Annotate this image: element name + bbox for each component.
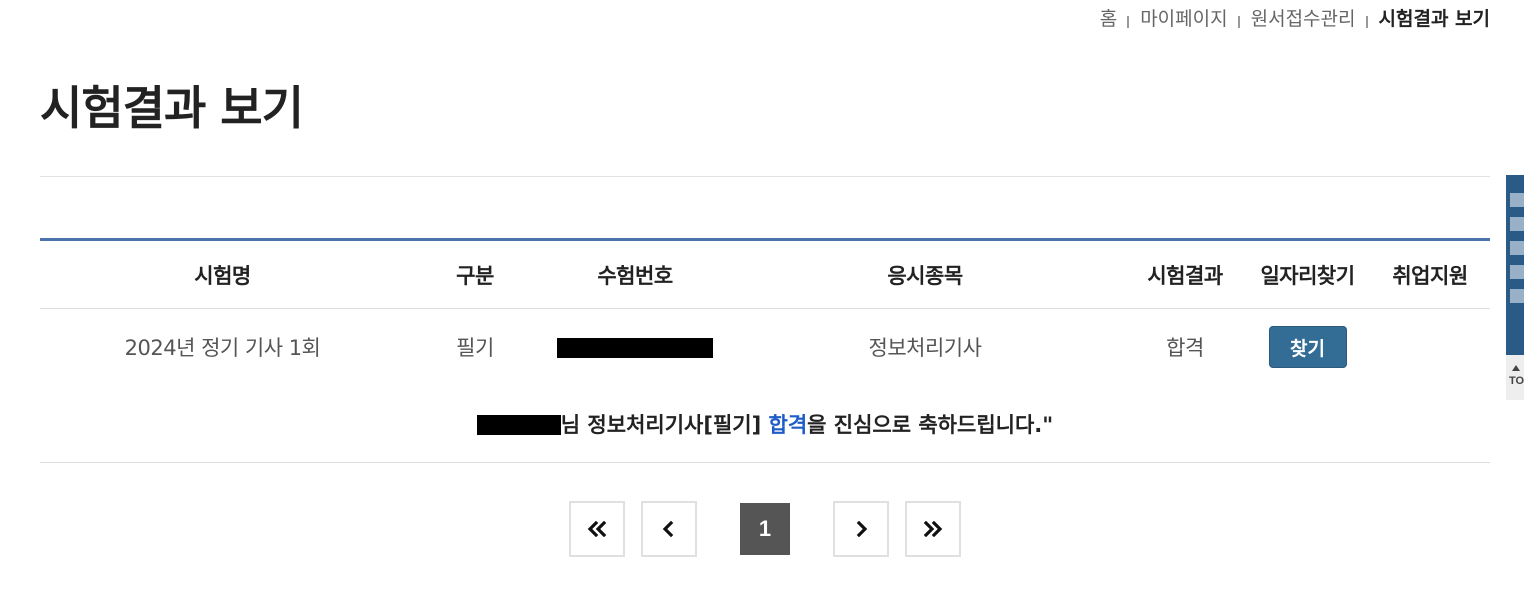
banner-glyph <box>1510 241 1524 255</box>
header-job-search: 일자리찾기 <box>1260 263 1355 288</box>
table-row: 2024년 정기 기사 1회 필기 정보처리기사 합격 찾기 <box>40 309 1490 385</box>
chevron-left-icon <box>662 521 674 537</box>
exam-name-cell: 2024년 정기 기사 1회 <box>124 336 321 360</box>
banner-glyph <box>1510 289 1524 303</box>
breadcrumb: 홈 마이페이지 원서접수관리 시험결과 보기 <box>1100 4 1490 31</box>
exam-number-cell <box>545 309 725 385</box>
scroll-to-top-button[interactable]: TO <box>1506 355 1524 400</box>
breadcrumb-home[interactable]: 홈 <box>1100 4 1117 31</box>
side-banner[interactable] <box>1506 175 1524 355</box>
congrats-text-before: 님 정보처리기사[필기] <box>560 413 769 437</box>
current-page[interactable]: 1 <box>740 503 790 555</box>
page-title: 시험결과 보기 <box>40 81 304 135</box>
find-job-button[interactable]: 찾기 <box>1268 326 1347 368</box>
exam-type-cell: 필기 <box>456 336 494 360</box>
table-header-row: 시험명 구분 수험번호 응시종목 시험결과 일자리찾기 취업지원 <box>40 241 1490 309</box>
employment-support-cell <box>1370 309 1490 385</box>
redacted-exam-number <box>557 338 713 358</box>
result-cell: 합격 <box>1166 336 1204 360</box>
job-search-cell: 찾기 <box>1245 309 1370 385</box>
last-page-button[interactable] <box>905 501 961 557</box>
breadcrumb-application-management[interactable]: 원서접수관리 <box>1251 4 1356 31</box>
pagination: 1 <box>569 501 969 557</box>
results-table: 시험명 구분 수험번호 응시종목 시험결과 일자리찾기 취업지원 2024년 정… <box>40 238 1490 463</box>
banner-glyph <box>1510 217 1524 231</box>
double-chevron-right-icon <box>923 521 943 537</box>
banner-glyph <box>1510 265 1524 279</box>
breadcrumb-separator <box>1365 15 1368 28</box>
first-page-button[interactable] <box>569 501 625 557</box>
header-result: 시험결과 <box>1147 263 1223 288</box>
header-employment-support: 취업지원 <box>1392 263 1468 288</box>
banner-glyph <box>1510 193 1524 207</box>
redacted-name <box>476 415 561 435</box>
title-divider <box>40 176 1490 177</box>
congrats-pass-highlight: 합격 <box>768 413 808 437</box>
double-chevron-left-icon <box>587 521 607 537</box>
header-exam-name: 시험명 <box>194 263 251 288</box>
congrats-text-after: 을 진심으로 축하드립니다." <box>807 413 1054 437</box>
breadcrumb-current: 시험결과 보기 <box>1378 8 1491 30</box>
next-page-button[interactable] <box>833 501 889 557</box>
header-type: 구분 <box>456 263 494 288</box>
arrow-up-icon <box>1512 365 1520 371</box>
breadcrumb-separator <box>1237 15 1240 28</box>
breadcrumb-mypage[interactable]: 마이페이지 <box>1140 4 1227 31</box>
subject-cell: 정보처리기사 <box>868 336 982 360</box>
header-subject: 응시종목 <box>887 263 963 288</box>
congratulations-message: 님 정보처리기사[필기] 합격을 진심으로 축하드립니다." <box>40 409 1490 439</box>
header-exam-number: 수험번호 <box>597 263 673 288</box>
previous-page-button[interactable] <box>641 501 697 557</box>
top-label: TO <box>1509 375 1524 387</box>
chevron-right-icon <box>856 521 868 537</box>
breadcrumb-separator <box>1127 15 1130 28</box>
